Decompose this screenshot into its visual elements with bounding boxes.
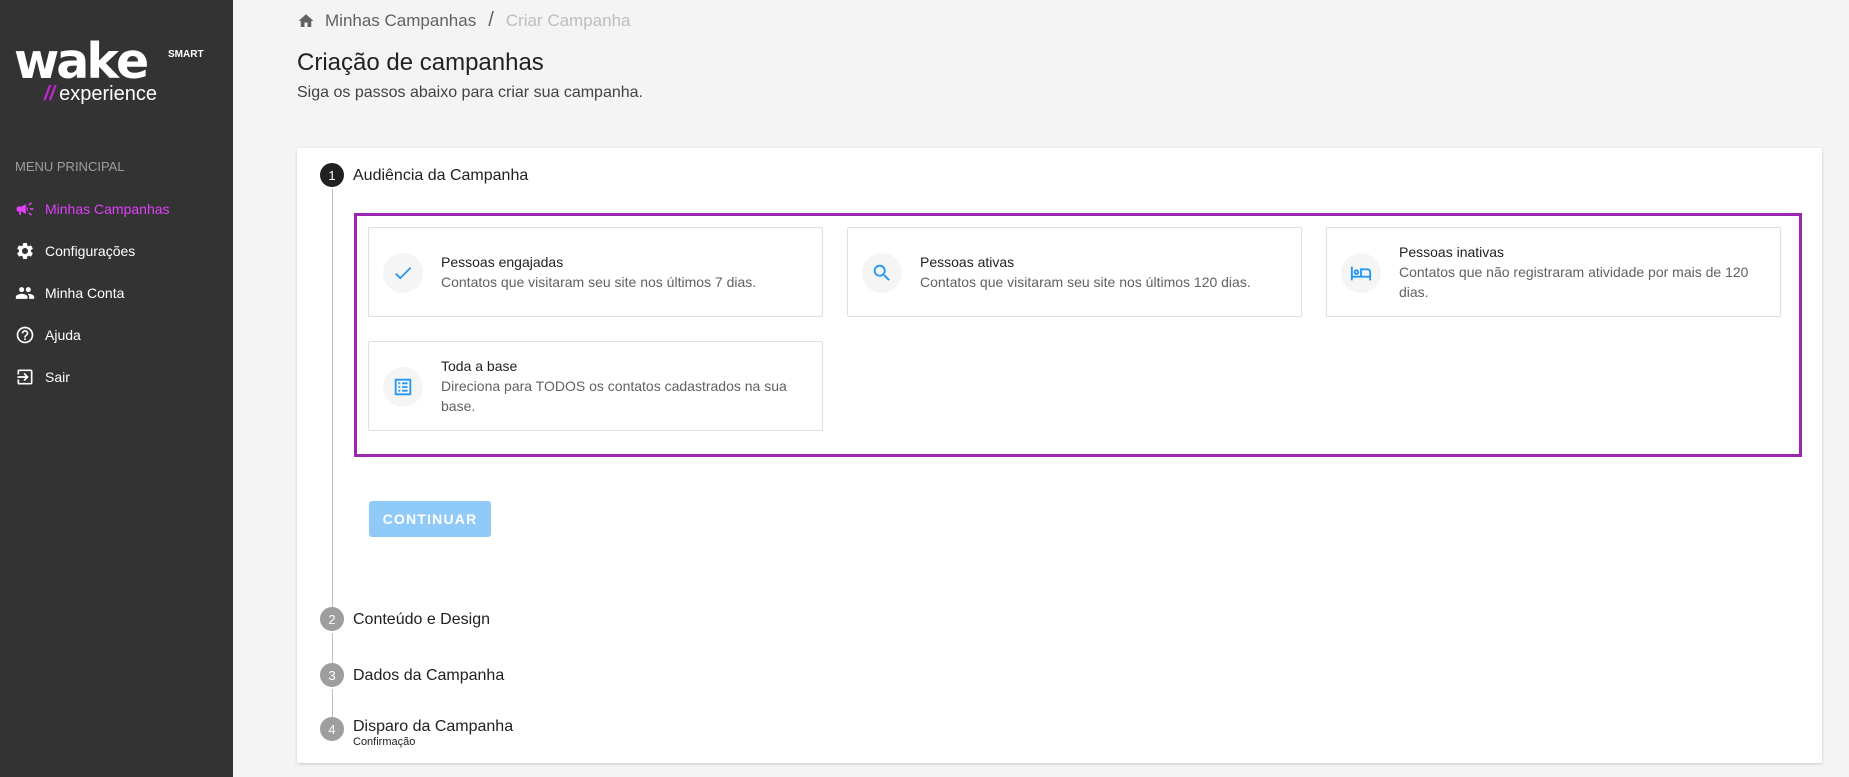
step-1-number: 1 — [320, 163, 344, 187]
megaphone-icon — [16, 202, 34, 216]
logo-smart-label: SMART — [168, 49, 204, 60]
search-icon — [873, 264, 890, 281]
campaign-stepper: 1 Audiência da Campanha Pessoas engajada… — [297, 148, 1822, 763]
sidebar-item-minha-conta[interactable]: Minha Conta — [0, 272, 233, 314]
people-icon — [15, 287, 35, 299]
sidebar-item-label: Minhas Campanhas — [45, 201, 170, 217]
breadcrumb-link-minhas-campanhas[interactable]: Minhas Campanhas — [325, 11, 476, 31]
step-4-sublabel: Confirmação — [353, 736, 416, 748]
step-3-number: 3 — [320, 663, 344, 687]
page-subtitle: Siga os passos abaixo para criar sua cam… — [297, 84, 643, 101]
option-description: Contatos que visitaram seu site nos últi… — [920, 273, 1251, 290]
option-title: Pessoas inativas — [1399, 243, 1505, 260]
audience-option-engajadas[interactable]: Pessoas engajadas Contatos que visitaram… — [368, 227, 823, 317]
sidebar-item-label: Sair — [45, 369, 70, 385]
option-description: Contatos que visitaram seu site nos últi… — [441, 273, 757, 290]
audience-option-inativas[interactable]: Pessoas inativas Contatos que não regist… — [1326, 227, 1781, 317]
option-title: Pessoas engajadas — [441, 253, 564, 270]
breadcrumb: Minhas Campanhas / Criar Campanha — [297, 9, 631, 32]
step-3-label[interactable]: Dados da Campanha — [353, 667, 504, 685]
step-connector — [332, 633, 333, 663]
sidebar-item-sair[interactable]: Sair — [0, 356, 233, 398]
wake-experience-logo[interactable]: wake SMART //experience — [14, 34, 204, 110]
home-icon[interactable] — [297, 12, 315, 30]
audience-option-toda-base[interactable]: Toda a base Direciona para TODOS os cont… — [368, 341, 823, 431]
main-menu: Minhas Campanhas Configurações Minha Con… — [0, 188, 233, 398]
continue-button[interactable]: CONTINUAR — [369, 501, 491, 537]
sidebar: wake SMART //experience MENU PRINCIPAL M… — [0, 0, 233, 777]
breadcrumb-current: Criar Campanha — [505, 10, 631, 30]
option-title: Toda a base — [441, 357, 518, 374]
step-connector — [332, 689, 333, 717]
option-icon-wrapper — [862, 253, 902, 293]
menu-title: MENU PRINCIPAL — [15, 159, 125, 174]
sidebar-item-label: Minha Conta — [45, 285, 125, 301]
sidebar-item-label: Ajuda — [45, 327, 81, 343]
sidebar-item-ajuda[interactable]: Ajuda — [0, 314, 233, 356]
option-icon-wrapper — [383, 367, 423, 407]
step-4-label[interactable]: Disparo da Campanha — [353, 718, 513, 736]
sidebar-item-configuracoes[interactable]: Configurações — [0, 230, 233, 272]
check-icon — [395, 267, 412, 280]
step-connector — [332, 189, 333, 613]
logo-experience-label: //experience — [44, 83, 157, 105]
sidebar-item-label: Configurações — [45, 243, 136, 259]
step-4-number: 4 — [320, 717, 344, 741]
step-2-number: 2 — [320, 607, 344, 631]
option-icon-wrapper — [1341, 253, 1381, 293]
step-2-label[interactable]: Conteúdo e Design — [353, 611, 490, 629]
gear-icon — [17, 242, 33, 259]
audience-options-group: Pessoas engajadas Contatos que visitaram… — [354, 213, 1802, 457]
step-1-label[interactable]: Audiência da Campanha — [353, 167, 528, 185]
option-description: Contatos que não registraram atividade p… — [1399, 263, 1749, 300]
option-description: Direciona para TODOS os contatos cadastr… — [441, 377, 787, 414]
option-icon-wrapper — [383, 253, 423, 293]
page-title: Criação de campanhas — [297, 49, 544, 76]
logout-icon — [17, 369, 33, 385]
list-icon — [394, 378, 412, 396]
option-title: Pessoas ativas — [920, 253, 1015, 270]
audience-option-ativas[interactable]: Pessoas ativas Contatos que visitaram se… — [847, 227, 1302, 317]
bed-icon — [1350, 266, 1372, 281]
breadcrumb-separator: / — [488, 9, 494, 31]
sidebar-item-minhas-campanhas[interactable]: Minhas Campanhas — [0, 188, 233, 230]
help-circle-icon — [16, 326, 34, 344]
